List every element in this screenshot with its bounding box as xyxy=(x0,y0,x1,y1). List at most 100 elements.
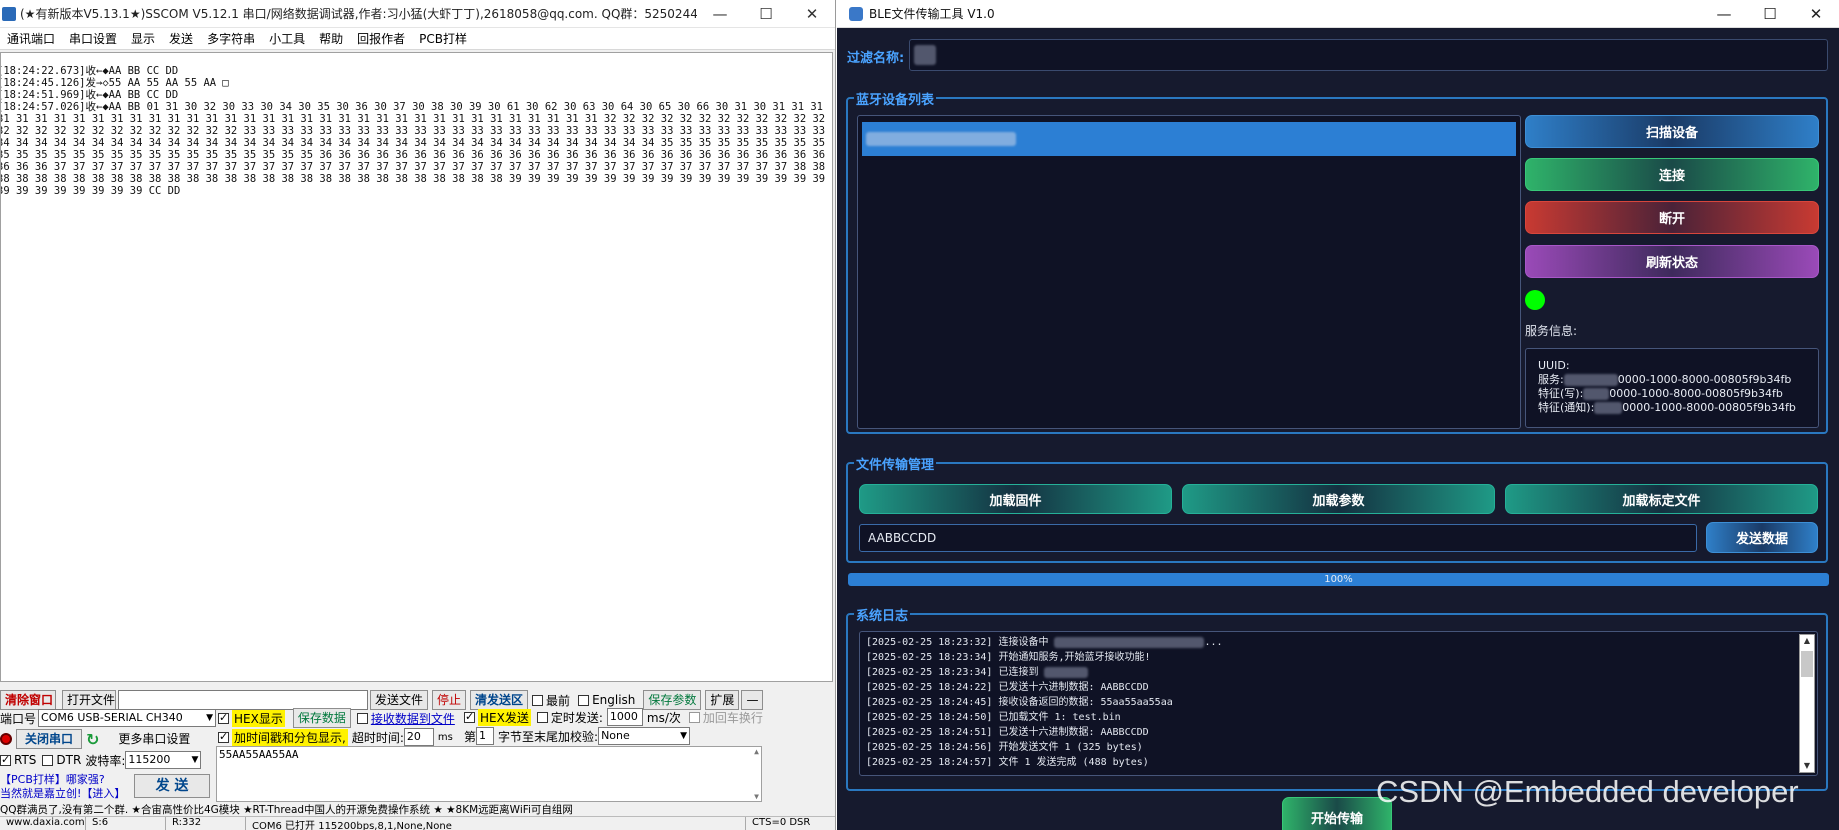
nth-input[interactable]: 1 xyxy=(476,727,495,745)
more-settings-button[interactable]: 更多串口设置 xyxy=(113,729,196,749)
connect-button[interactable]: 连接 xyxy=(1525,158,1819,191)
menu-multistring[interactable]: 多字符串 xyxy=(200,30,262,47)
refresh-icon[interactable]: ↻ xyxy=(86,730,99,749)
filter-input[interactable] xyxy=(909,39,1828,71)
write-char-suffix: 0000-1000-8000-00805f9b34fb xyxy=(1609,387,1783,400)
recv-to-file-label[interactable]: 接收数据到文件 xyxy=(371,710,455,727)
service-prefix: 服务: xyxy=(1538,373,1564,386)
dropdown-arrow-icon: ▼ xyxy=(191,755,199,765)
send-data-button[interactable]: 发送数据 xyxy=(1706,522,1818,553)
send-textarea[interactable]: 55AA55AA55AA ▲ ▼ xyxy=(216,746,762,802)
redacted-mask xyxy=(914,45,936,65)
hex-display-checkbox[interactable] xyxy=(218,711,229,724)
scan-button[interactable]: 扫描设备 xyxy=(1525,115,1819,148)
maximize-icon[interactable]: ☐ xyxy=(1747,0,1793,28)
minimize-icon[interactable]: — xyxy=(697,0,743,28)
send-file-button[interactable]: 发送文件 xyxy=(370,690,429,710)
rts-checkbox[interactable] xyxy=(0,753,11,766)
open-file-button[interactable]: 打开文件 xyxy=(62,690,116,710)
port-status-icon xyxy=(0,733,12,745)
clear-send-button[interactable]: 清发送区 xyxy=(470,690,529,710)
news-ticker[interactable]: QQ群满员了,没有第二个群. ★合宙高性价比4G模块 ★RT-Thread中国人… xyxy=(0,802,835,816)
port-value: COM6 USB-SERIAL CH340 xyxy=(41,711,183,724)
menu-help[interactable]: 帮助 xyxy=(312,30,350,47)
log-line: [2025-02-25 18:24:50] 已加载文件 1: test.bin xyxy=(866,712,1121,723)
device-list[interactable] xyxy=(857,115,1521,429)
port-select[interactable]: COM6 USB-SERIAL CH340 ▼ xyxy=(38,709,217,727)
add-crlf-checkbox[interactable] xyxy=(688,711,700,723)
scroll-up-icon[interactable]: ▲ xyxy=(754,747,759,756)
stop-button[interactable]: 停止 xyxy=(432,690,467,710)
progress-text: 100% xyxy=(1324,574,1353,585)
menu-pcb[interactable]: PCB打样 xyxy=(412,30,474,47)
dtr-checkbox[interactable] xyxy=(42,754,54,766)
english-checkbox[interactable] xyxy=(578,694,590,706)
load-params-button[interactable]: 加载参数 xyxy=(1182,484,1495,514)
device-list-title: 蓝牙设备列表 xyxy=(854,89,937,108)
ad-jlc-link[interactable]: 当然就是嘉立创!【进入】 xyxy=(0,785,125,801)
minimize-icon[interactable]: — xyxy=(1701,0,1747,28)
collapse-button[interactable]: — xyxy=(741,690,764,710)
notify-char-prefix: 特征(通知): xyxy=(1538,401,1595,414)
dtr-label: DTR xyxy=(56,753,82,767)
recv-to-file-checkbox[interactable] xyxy=(356,712,368,724)
menu-tools[interactable]: 小工具 xyxy=(262,30,312,47)
scroll-up-icon[interactable]: ▲ xyxy=(1800,635,1814,647)
interval-unit: ms/次 xyxy=(646,710,681,725)
clear-window-button[interactable]: 清除窗口 xyxy=(0,690,56,710)
scroll-down-icon[interactable]: ▼ xyxy=(754,792,759,801)
log-line-text: [2025-02-25 18:23:34] 已连接到 xyxy=(866,667,1039,678)
timestamp-checkbox[interactable] xyxy=(218,730,229,743)
topmost-checkbox[interactable] xyxy=(532,694,544,706)
refresh-status-button[interactable]: 刷新状态 xyxy=(1525,245,1819,278)
send-button[interactable]: 发 送 xyxy=(134,774,210,798)
scroll-down-icon[interactable]: ▼ xyxy=(1800,760,1814,772)
log-line: [2025-02-25 18:24:56] 开始发送文件 1 (325 byte… xyxy=(866,742,1143,753)
file-path-input[interactable] xyxy=(118,690,368,710)
menu-port[interactable]: 通讯端口 xyxy=(0,30,62,47)
scroll-thumb[interactable] xyxy=(1801,651,1813,677)
expand-button[interactable]: 扩展 xyxy=(705,690,740,710)
log-view[interactable]: [2025-02-25 18:23:32] 连接设备中 ... [2025-02… xyxy=(859,631,1818,776)
status-website[interactable]: www.daxia.com xyxy=(0,817,86,830)
notify-char-suffix: 0000-1000-8000-00805f9b34fb xyxy=(1622,401,1796,414)
redacted-mask xyxy=(1594,402,1623,414)
list-item-selected[interactable] xyxy=(862,122,1516,156)
timeout-unit: ms xyxy=(437,731,453,743)
add-crlf-label: 加回车换行 xyxy=(702,710,763,725)
load-calibration-button[interactable]: 加载标定文件 xyxy=(1505,484,1818,514)
checksum-select[interactable]: None ▼ xyxy=(598,727,691,745)
english-label: English xyxy=(592,693,636,707)
close-icon[interactable]: ✕ xyxy=(1793,0,1839,28)
recv-line: 32 32 32 32 32 32 32 32 32 32 32 32 32 3… xyxy=(1,125,832,137)
save-data-button[interactable]: 保存数据 xyxy=(292,708,351,728)
timeout-input[interactable]: 20 xyxy=(403,728,434,746)
close-icon[interactable]: ✕ xyxy=(789,0,835,28)
hex-data-input[interactable]: AABBCCDD xyxy=(859,524,1697,552)
port-label: 端口号 xyxy=(0,711,37,726)
disconnect-button[interactable]: 断开 xyxy=(1525,201,1819,234)
baud-select[interactable]: 115200 ▼ xyxy=(125,751,202,769)
menu-display[interactable]: 显示 xyxy=(124,30,162,47)
menu-send[interactable]: 发送 xyxy=(162,30,200,47)
recv-line: 39 39 39 39 39 39 39 39 CC DD xyxy=(0,185,181,197)
hex-send-checkbox[interactable] xyxy=(464,710,475,723)
recv-line: 34 34 34 34 34 34 34 34 34 34 34 34 34 3… xyxy=(1,137,832,149)
recv-line: 38 38 38 38 38 38 38 38 38 38 38 38 38 3… xyxy=(1,173,832,185)
interval-input[interactable]: 1000 xyxy=(606,708,643,726)
receive-area[interactable]: [18:24:22.673]收←◆AA BB CC DD [18:24:45.12… xyxy=(0,52,833,682)
menu-feedback[interactable]: 回报作者 xyxy=(350,30,412,47)
ble-titlebar: BLE文件传输工具 V1.0 — ☐ ✕ xyxy=(837,0,1839,28)
maximize-icon[interactable]: ☐ xyxy=(743,0,789,28)
log-scrollbar[interactable]: ▲ ▼ xyxy=(1799,634,1815,773)
timed-send-checkbox[interactable] xyxy=(536,711,548,723)
write-char-prefix: 特征(写): xyxy=(1538,387,1584,400)
sscom-app-icon xyxy=(2,6,16,21)
log-line-text: [2025-02-25 18:23:32] 连接设备中 xyxy=(866,637,1049,648)
file-transfer-title: 文件传输管理 xyxy=(854,454,937,473)
menu-serial-settings[interactable]: 串口设置 xyxy=(62,30,124,47)
redacted-mask xyxy=(866,132,1016,146)
save-params-button[interactable]: 保存参数 xyxy=(643,690,702,710)
close-port-button[interactable]: 关闭串口 xyxy=(16,729,82,749)
load-firmware-button[interactable]: 加载固件 xyxy=(859,484,1172,514)
